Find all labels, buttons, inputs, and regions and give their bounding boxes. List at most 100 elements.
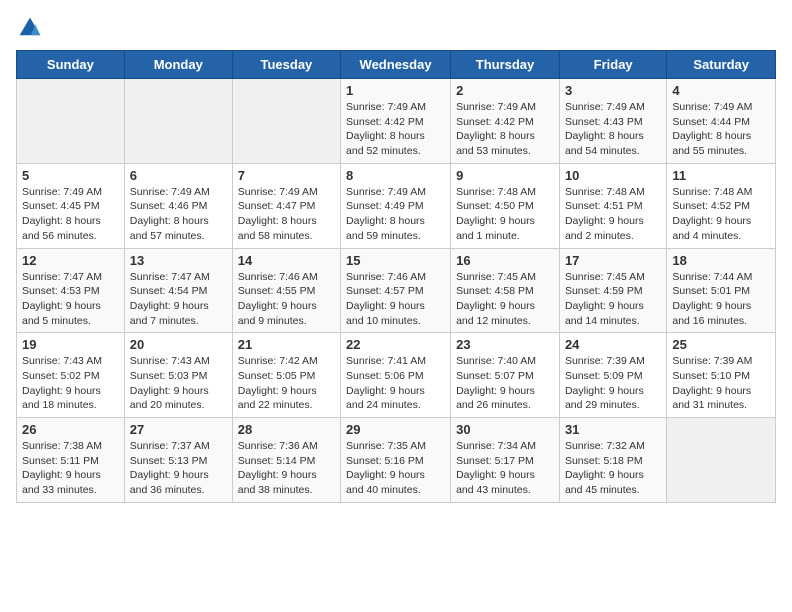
calendar-cell: 21 Sunrise: 7:42 AM Sunset: 5:05 PM Dayli…: [232, 333, 340, 418]
day-number: 31: [565, 422, 661, 437]
day-info: Sunrise: 7:38 AM Sunset: 5:11 PM Dayligh…: [22, 439, 119, 498]
calendar-cell: 31 Sunrise: 7:32 AM Sunset: 5:18 PM Dayli…: [559, 418, 666, 503]
day-info: Sunrise: 7:43 AM Sunset: 5:03 PM Dayligh…: [130, 354, 227, 413]
calendar-cell: 19 Sunrise: 7:43 AM Sunset: 5:02 PM Dayli…: [17, 333, 125, 418]
calendar-cell: 4 Sunrise: 7:49 AM Sunset: 4:44 PM Daylig…: [667, 79, 776, 164]
weekday-header: Monday: [124, 51, 232, 79]
calendar-cell: 18 Sunrise: 7:44 AM Sunset: 5:01 PM Dayli…: [667, 248, 776, 333]
calendar-cell: 22 Sunrise: 7:41 AM Sunset: 5:06 PM Dayli…: [341, 333, 451, 418]
calendar-cell: [124, 79, 232, 164]
day-info: Sunrise: 7:49 AM Sunset: 4:47 PM Dayligh…: [238, 185, 335, 244]
day-number: 14: [238, 253, 335, 268]
day-info: Sunrise: 7:48 AM Sunset: 4:50 PM Dayligh…: [456, 185, 554, 244]
calendar-cell: 24Sunrise: 7:39 AM Sunset: 5:09 PM Dayli…: [559, 333, 666, 418]
day-info: Sunrise: 7:42 AM Sunset: 5:05 PM Dayligh…: [238, 354, 335, 413]
day-number: 17: [565, 253, 661, 268]
day-number: 13: [130, 253, 227, 268]
day-number: 7: [238, 168, 335, 183]
day-number: 16: [456, 253, 554, 268]
calendar-table: SundayMondayTuesdayWednesdayThursdayFrid…: [16, 50, 776, 503]
calendar-cell: 13 Sunrise: 7:47 AM Sunset: 4:54 PM Dayli…: [124, 248, 232, 333]
day-number: 29: [346, 422, 445, 437]
day-info: Sunrise: 7:44 AM Sunset: 5:01 PM Dayligh…: [672, 270, 770, 329]
calendar-cell: [232, 79, 340, 164]
day-info: Sunrise: 7:37 AM Sunset: 5:13 PM Dayligh…: [130, 439, 227, 498]
calendar-cell: 27 Sunrise: 7:37 AM Sunset: 5:13 PM Dayli…: [124, 418, 232, 503]
day-info: Sunrise: 7:49 AM Sunset: 4:42 PM Dayligh…: [346, 100, 445, 159]
day-info: Sunrise: 7:41 AM Sunset: 5:06 PM Dayligh…: [346, 354, 445, 413]
logo-icon: [18, 16, 42, 40]
day-number: 15: [346, 253, 445, 268]
day-number: 24: [565, 337, 661, 352]
calendar-week-row: 26 Sunrise: 7:38 AM Sunset: 5:11 PM Dayli…: [17, 418, 776, 503]
day-info: Sunrise: 7:48 AM Sunset: 4:51 PM Dayligh…: [565, 185, 661, 244]
day-number: 10: [565, 168, 661, 183]
day-info: Sunrise: 7:47 AM Sunset: 4:54 PM Dayligh…: [130, 270, 227, 329]
calendar-cell: 11 Sunrise: 7:48 AM Sunset: 4:52 PM Dayli…: [667, 163, 776, 248]
calendar-cell: 26 Sunrise: 7:38 AM Sunset: 5:11 PM Dayli…: [17, 418, 125, 503]
day-number: 3: [565, 83, 661, 98]
weekday-header: Tuesday: [232, 51, 340, 79]
day-info: Sunrise: 7:34 AM Sunset: 5:17 PM Dayligh…: [456, 439, 554, 498]
weekday-header: Saturday: [667, 51, 776, 79]
day-info: Sunrise: 7:49 AM Sunset: 4:42 PM Dayligh…: [456, 100, 554, 159]
day-number: 8: [346, 168, 445, 183]
day-number: 26: [22, 422, 119, 437]
day-number: 19: [22, 337, 119, 352]
day-number: 18: [672, 253, 770, 268]
calendar-cell: 2 Sunrise: 7:49 AM Sunset: 4:42 PM Daylig…: [451, 79, 560, 164]
day-info: Sunrise: 7:47 AM Sunset: 4:53 PM Dayligh…: [22, 270, 119, 329]
calendar-week-row: 1 Sunrise: 7:49 AM Sunset: 4:42 PM Daylig…: [17, 79, 776, 164]
calendar-cell: 5 Sunrise: 7:49 AM Sunset: 4:45 PM Daylig…: [17, 163, 125, 248]
calendar-cell: [667, 418, 776, 503]
calendar-cell: 14 Sunrise: 7:46 AM Sunset: 4:55 PM Dayli…: [232, 248, 340, 333]
day-number: 1: [346, 83, 445, 98]
day-info: Sunrise: 7:40 AM Sunset: 5:07 PM Dayligh…: [456, 354, 554, 413]
calendar-cell: 28 Sunrise: 7:36 AM Sunset: 5:14 PM Dayli…: [232, 418, 340, 503]
calendar-cell: 20Sunrise: 7:43 AM Sunset: 5:03 PM Dayli…: [124, 333, 232, 418]
day-number: 9: [456, 168, 554, 183]
day-number: 27: [130, 422, 227, 437]
day-number: 5: [22, 168, 119, 183]
day-number: 28: [238, 422, 335, 437]
calendar-cell: 6 Sunrise: 7:49 AM Sunset: 4:46 PM Daylig…: [124, 163, 232, 248]
day-number: 30: [456, 422, 554, 437]
day-number: 2: [456, 83, 554, 98]
day-info: Sunrise: 7:49 AM Sunset: 4:44 PM Dayligh…: [672, 100, 770, 159]
day-info: Sunrise: 7:45 AM Sunset: 4:59 PM Dayligh…: [565, 270, 661, 329]
day-info: Sunrise: 7:46 AM Sunset: 4:57 PM Dayligh…: [346, 270, 445, 329]
day-number: 22: [346, 337, 445, 352]
calendar-cell: [17, 79, 125, 164]
page-header: [16, 16, 776, 40]
day-info: Sunrise: 7:39 AM Sunset: 5:10 PM Dayligh…: [672, 354, 770, 413]
logo: [16, 16, 42, 40]
calendar-cell: 30 Sunrise: 7:34 AM Sunset: 5:17 PM Dayli…: [451, 418, 560, 503]
calendar-week-row: 12 Sunrise: 7:47 AM Sunset: 4:53 PM Dayli…: [17, 248, 776, 333]
calendar-cell: 16 Sunrise: 7:45 AM Sunset: 4:58 PM Dayli…: [451, 248, 560, 333]
day-info: Sunrise: 7:49 AM Sunset: 4:43 PM Dayligh…: [565, 100, 661, 159]
day-number: 6: [130, 168, 227, 183]
day-info: Sunrise: 7:43 AM Sunset: 5:02 PM Dayligh…: [22, 354, 119, 413]
day-info: Sunrise: 7:36 AM Sunset: 5:14 PM Dayligh…: [238, 439, 335, 498]
day-number: 11: [672, 168, 770, 183]
day-info: Sunrise: 7:49 AM Sunset: 4:46 PM Dayligh…: [130, 185, 227, 244]
weekday-header-row: SundayMondayTuesdayWednesdayThursdayFrid…: [17, 51, 776, 79]
day-info: Sunrise: 7:45 AM Sunset: 4:58 PM Dayligh…: [456, 270, 554, 329]
day-number: 12: [22, 253, 119, 268]
day-info: Sunrise: 7:32 AM Sunset: 5:18 PM Dayligh…: [565, 439, 661, 498]
day-number: 4: [672, 83, 770, 98]
calendar-cell: 7 Sunrise: 7:49 AM Sunset: 4:47 PM Daylig…: [232, 163, 340, 248]
day-info: Sunrise: 7:35 AM Sunset: 5:16 PM Dayligh…: [346, 439, 445, 498]
calendar-week-row: 5 Sunrise: 7:49 AM Sunset: 4:45 PM Daylig…: [17, 163, 776, 248]
weekday-header: Friday: [559, 51, 666, 79]
calendar-cell: 10 Sunrise: 7:48 AM Sunset: 4:51 PM Dayli…: [559, 163, 666, 248]
weekday-header: Sunday: [17, 51, 125, 79]
day-number: 21: [238, 337, 335, 352]
calendar-cell: 15 Sunrise: 7:46 AM Sunset: 4:57 PM Dayli…: [341, 248, 451, 333]
day-info: Sunrise: 7:46 AM Sunset: 4:55 PM Dayligh…: [238, 270, 335, 329]
day-info: Sunrise: 7:49 AM Sunset: 4:45 PM Dayligh…: [22, 185, 119, 244]
calendar-cell: 25Sunrise: 7:39 AM Sunset: 5:10 PM Dayli…: [667, 333, 776, 418]
calendar-cell: 17 Sunrise: 7:45 AM Sunset: 4:59 PM Dayli…: [559, 248, 666, 333]
weekday-header: Wednesday: [341, 51, 451, 79]
day-info: Sunrise: 7:48 AM Sunset: 4:52 PM Dayligh…: [672, 185, 770, 244]
